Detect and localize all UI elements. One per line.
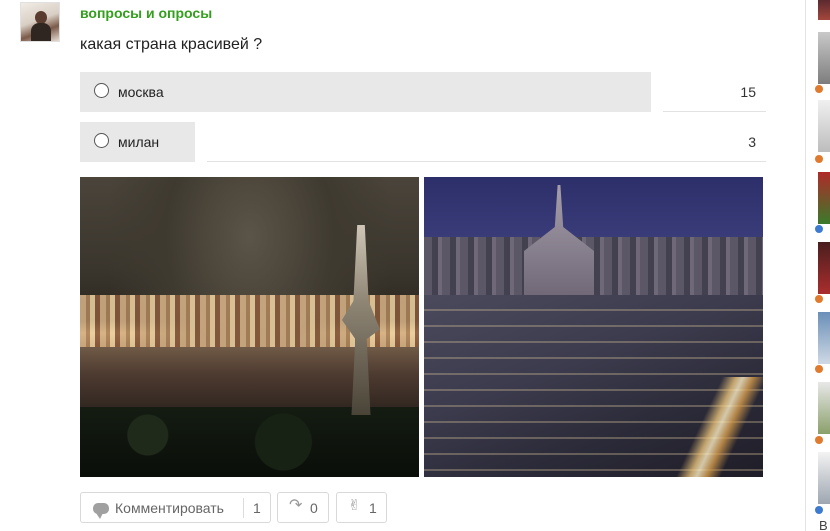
comment-label: Комментировать — [115, 500, 224, 516]
share-arrow-icon: ↷ — [289, 497, 303, 514]
moscow-night-photo[interactable] — [80, 177, 419, 477]
status-dot — [815, 436, 823, 444]
avatar-body — [31, 23, 51, 41]
status-dot — [815, 506, 823, 514]
radio-button[interactable] — [94, 133, 109, 148]
comment-button[interactable]: Комментировать 1 — [80, 492, 271, 523]
button-separator — [243, 498, 244, 518]
share-count: 0 — [310, 500, 318, 516]
poll-option-milan[interactable]: милан 3 — [80, 122, 766, 162]
comment-bubble-icon — [93, 503, 109, 519]
milan-night-photo[interactable] — [424, 177, 763, 477]
sidebar-thumbnail[interactable] — [818, 452, 830, 504]
sidebar-thumbnail[interactable] — [818, 382, 830, 434]
thumbs-up-icon: ✌ — [348, 497, 361, 514]
photo-trees — [80, 407, 419, 477]
sidebar-thumbnail[interactable] — [818, 100, 830, 152]
share-button[interactable]: ↷ 0 — [277, 492, 329, 523]
sidebar-truncated-text: В — [819, 518, 828, 531]
poll-count-area: 15 — [663, 72, 766, 112]
comment-count: 1 — [253, 500, 261, 516]
poll-question: какая страна красивей ? — [80, 36, 263, 53]
sidebar-thumbnail[interactable] — [818, 32, 830, 84]
status-dot — [815, 295, 823, 303]
poll-option-label: москва — [118, 84, 164, 100]
sidebar-thumbnail[interactable] — [818, 172, 830, 224]
poll-option-label: милан — [118, 134, 160, 150]
poll-result-bar — [80, 72, 651, 112]
sidebar-thumbnail[interactable] — [818, 312, 830, 364]
like-button[interactable]: ✌ 1 — [336, 492, 387, 523]
status-dot — [815, 225, 823, 233]
radio-button[interactable] — [94, 83, 109, 98]
photo-cathedral — [524, 185, 594, 305]
sidebar-thumbnail[interactable] — [818, 242, 830, 294]
group-name-link[interactable]: вопросы и опросы — [80, 5, 212, 21]
poll-option-moscow[interactable]: москва 15 — [80, 72, 766, 112]
status-dot — [815, 365, 823, 373]
like-count: 1 — [369, 500, 377, 516]
poll-count-area: 3 — [207, 122, 766, 162]
sidebar-divider — [805, 0, 806, 531]
poll-vote-count: 15 — [740, 84, 756, 100]
photo-street-lights — [654, 377, 763, 477]
status-dot — [815, 155, 823, 163]
feed-post: вопросы и опросы какая страна красивей ?… — [0, 0, 830, 531]
sidebar-thumbnail[interactable] — [818, 0, 830, 20]
poll-vote-count: 3 — [748, 134, 756, 150]
status-dot — [815, 85, 823, 93]
group-avatar[interactable] — [20, 2, 60, 42]
